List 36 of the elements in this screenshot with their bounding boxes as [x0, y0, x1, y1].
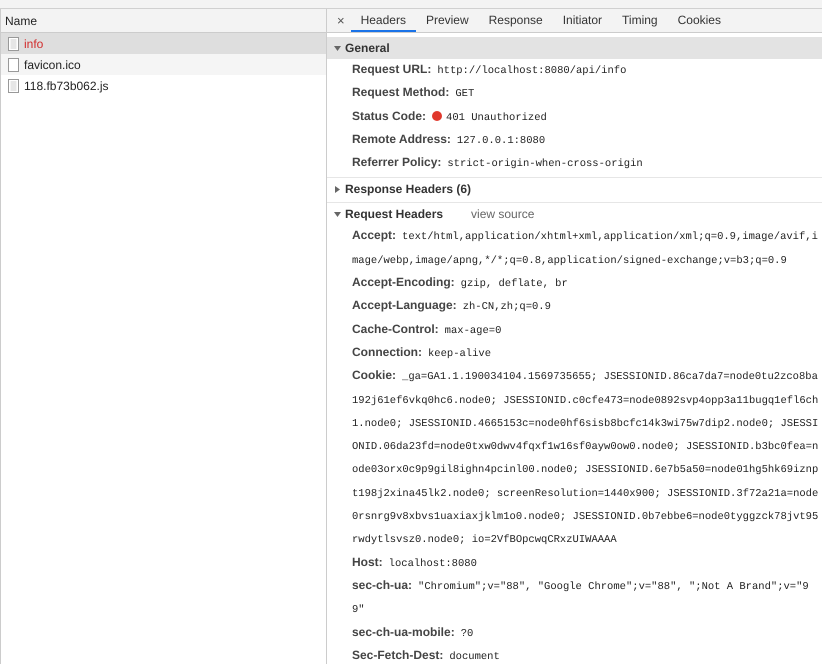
section-title[interactable]: General — [345, 41, 390, 55]
header-entry: sec-ch-ua: "Chromium";v="88", "Google Chrome";v="88", ";Not A Brand";v="99" — [351, 576, 810, 618]
header-entry: Remote Address: 127.0.0.1:8080 — [351, 130, 546, 149]
section-title[interactable]: Response Headers (6) — [345, 182, 472, 196]
request-name: 118.fb73b062.js — [24, 78, 109, 92]
header-entry: Connection: keep-alive — [351, 344, 492, 362]
header-entry: Host: localhost:8080 — [351, 554, 478, 572]
header-entry: Accept-Language: zh-CN,zh;q=0.9 — [351, 297, 552, 316]
header-entry: Status Code: 401 Unauthorized — [351, 108, 548, 126]
tab[interactable]: Timing — [612, 9, 668, 32]
triangle-down-icon[interactable] — [334, 210, 341, 218]
header-entry: sec-ch-ua-mobile: ?0 — [351, 624, 474, 642]
tab[interactable]: Initiator — [552, 9, 612, 32]
header-entry: Request Method: GET — [351, 84, 476, 102]
header-entry: Cache-Control: max-age=0 — [351, 320, 502, 339]
header-entry: Referrer Policy: strict-origin-when-cross-origin — [351, 154, 644, 172]
tab[interactable]: Preview — [416, 9, 479, 32]
request-name: favicon.ico — [24, 58, 81, 72]
document-icon — [8, 78, 19, 92]
column-header[interactable]: Name — [1, 9, 326, 33]
request-name: info — [24, 36, 44, 50]
close-button[interactable]: × — [331, 9, 351, 32]
triangle-down-icon[interactable] — [334, 44, 341, 52]
section-title[interactable]: Request Headers — [345, 207, 444, 222]
request-row[interactable]: favicon.ico — [1, 54, 326, 75]
header-entry: Sec-Fetch-Dest: document — [351, 646, 501, 664]
header-entry: Request URL: http://localhost:8080/api/info — [351, 61, 628, 79]
request-row[interactable]: info — [1, 33, 326, 54]
blank-page-icon — [8, 58, 19, 72]
document-icon — [8, 36, 19, 50]
tab[interactable]: Cookies — [668, 9, 731, 32]
tab[interactable]: Headers — [350, 9, 416, 32]
tab[interactable]: Response — [478, 9, 553, 32]
header-entry: Accept-Encoding: gzip, deflate, br — [351, 274, 569, 292]
view-source-link[interactable]: view source — [471, 207, 534, 222]
triangle-right-icon[interactable] — [334, 186, 341, 193]
